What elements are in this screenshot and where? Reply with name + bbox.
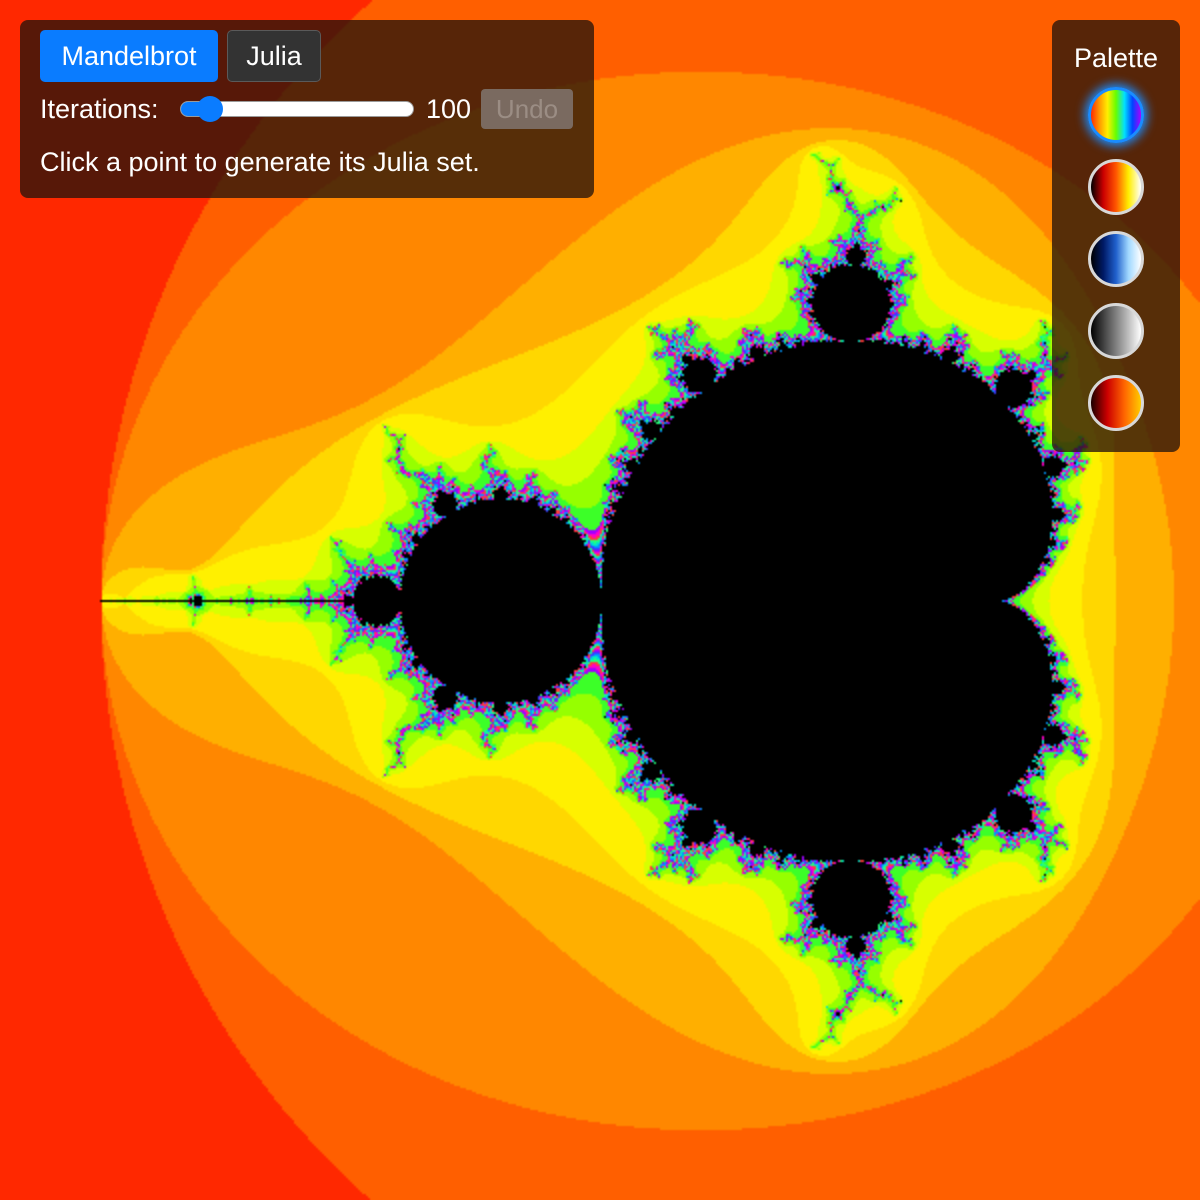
undo-button[interactable]: Undo xyxy=(481,89,573,129)
iterations-label: Iterations: xyxy=(40,94,159,124)
controls-panel: Mandelbrot Julia Iterations: 100 Undo Cl… xyxy=(20,20,594,198)
iterations-slider[interactable] xyxy=(180,96,414,122)
palette-swatch-rainbow[interactable] xyxy=(1088,87,1144,143)
palette-swatch-fire[interactable] xyxy=(1088,159,1144,215)
palette-swatch-grayscale[interactable] xyxy=(1088,303,1144,359)
iterations-value: 100 xyxy=(426,94,472,124)
palette-panel: Palette xyxy=(1052,20,1180,452)
mandelbrot-mode-button[interactable]: Mandelbrot xyxy=(40,30,218,82)
hint-text: Click a point to generate its Julia set. xyxy=(40,147,480,177)
palette-title: Palette xyxy=(1073,43,1159,73)
palette-swatch-lava[interactable] xyxy=(1088,375,1144,431)
palette-swatch-ocean[interactable] xyxy=(1088,231,1144,287)
julia-mode-button[interactable]: Julia xyxy=(227,30,321,82)
iterations-slider-thumb[interactable] xyxy=(197,96,223,122)
